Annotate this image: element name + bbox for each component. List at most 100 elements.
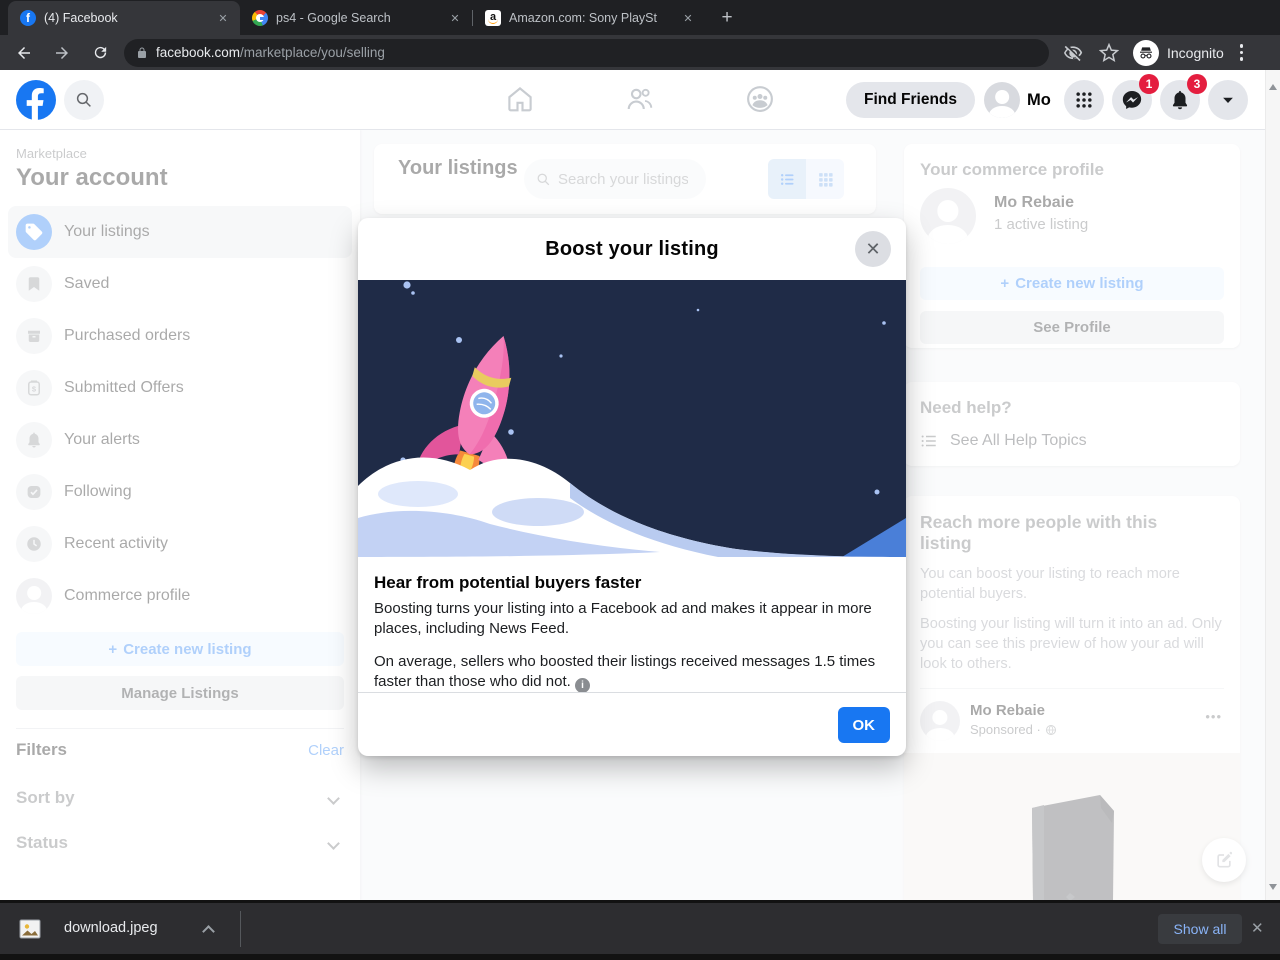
eye-off-icon[interactable]	[1063, 43, 1083, 63]
groups-icon[interactable]	[745, 84, 775, 114]
sidebar-item-label: Your listings	[64, 223, 150, 240]
need-help-card: Need help? See All Help Topics	[904, 382, 1240, 466]
bell-icon	[1172, 90, 1188, 110]
tab-amazon[interactable]: a Amazon.com: Sony PlaySt ✕	[473, 1, 705, 35]
browser-tab-strip: f (4) Facebook ✕ ps4 - Google Search ✕ a…	[0, 0, 1280, 35]
download-bar-close-icon[interactable]: ✕	[1251, 919, 1264, 937]
grid-view-button[interactable]	[806, 159, 844, 199]
download-bar-inner: download.jpeg Show all ✕	[0, 903, 1280, 954]
sidebar-item-label: Recent activity	[64, 535, 169, 552]
reload-button[interactable]	[86, 39, 114, 67]
rocket-illustration	[358, 280, 906, 557]
listings-search[interactable]	[524, 159, 706, 199]
profile-name: Mo Rebaie	[994, 194, 1075, 211]
browser-menu-icon[interactable]	[1239, 44, 1244, 61]
sidebar-item-purchased-orders[interactable]: Purchased orders	[8, 310, 352, 362]
modal-close-button[interactable]: ✕	[855, 231, 891, 267]
your-listings-card: Your listings	[374, 144, 876, 214]
offer-tag-icon: $	[16, 370, 52, 406]
bookmark-icon	[16, 266, 52, 302]
sidebar-item-saved[interactable]: Saved	[8, 258, 352, 310]
listings-search-input[interactable]	[558, 170, 688, 188]
scroll-up-icon[interactable]	[1269, 84, 1277, 90]
forward-button[interactable]	[48, 39, 76, 67]
tab-close-icon[interactable]: ✕	[446, 9, 464, 27]
clock-icon	[16, 526, 52, 562]
page-scrollbar[interactable]	[1265, 70, 1280, 900]
address-bar[interactable]: facebook.com/marketplace/you/selling	[124, 38, 1049, 67]
ad-listing-image	[904, 753, 1240, 900]
browser-toolbar: facebook.com/marketplace/you/selling Inc…	[0, 35, 1280, 70]
apps-menu-button[interactable]	[1064, 80, 1104, 120]
edit-fab-button[interactable]	[1202, 838, 1246, 882]
sidebar-item-commerce-profile[interactable]: Commerce profile	[8, 570, 352, 622]
box-icon	[16, 318, 52, 354]
chevron-up-icon[interactable]	[202, 925, 215, 938]
url-text: facebook.com/marketplace/you/selling	[156, 45, 385, 60]
ad-menu-icon[interactable]: •••	[1205, 709, 1222, 724]
sidebar-item-label: Saved	[64, 275, 110, 292]
facebook-logo-icon[interactable]	[16, 80, 56, 121]
messenger-button[interactable]: 1	[1112, 74, 1159, 120]
friends-icon[interactable]	[625, 84, 655, 114]
sort-by-dropdown[interactable]: Sort by	[16, 788, 344, 808]
bookmark-star-icon[interactable]	[1099, 42, 1119, 63]
modal-paragraph: On average, sellers who boosted their li…	[374, 652, 890, 693]
sidebar-items: Your listings Saved Purchased orders $ S…	[8, 206, 352, 622]
see-all-help-topics-link[interactable]: See All Help Topics	[920, 432, 1224, 450]
need-help-title: Need help?	[920, 398, 1012, 417]
profile-name: Mo	[1027, 90, 1051, 109]
notifications-button[interactable]: 3	[1160, 74, 1207, 120]
sidebar-item-label: Commerce profile	[64, 587, 191, 604]
divider	[16, 728, 344, 729]
view-toggles	[768, 159, 844, 199]
ok-button[interactable]: OK	[837, 707, 890, 743]
sidebar-item-your-alerts[interactable]: Your alerts	[8, 414, 352, 466]
url-path: /marketplace/you/selling	[240, 45, 385, 60]
profile-menu[interactable]: Mo	[984, 82, 1051, 118]
boost-listing-card: Reach more people with this listing You …	[904, 496, 1240, 900]
account-menu-button[interactable]	[1208, 80, 1248, 120]
create-new-listing-button[interactable]: + Create new listing	[920, 267, 1224, 300]
grid-icon	[1076, 92, 1092, 108]
help-link-label: See All Help Topics	[950, 432, 1087, 449]
tab-close-icon[interactable]: ✕	[679, 9, 697, 27]
find-friends-button[interactable]: Find Friends	[846, 82, 975, 118]
sponsored-text: Sponsored ·	[970, 722, 1041, 738]
download-filename[interactable]: download.jpeg	[64, 920, 158, 936]
help-list-icon	[921, 435, 936, 447]
boost-card-paragraph: Boosting your listing will turn it into …	[920, 616, 1222, 672]
person-icon	[16, 578, 52, 614]
modal-paragraph: Boosting turns your listing into a Faceb…	[374, 600, 872, 638]
tab-title: Amazon.com: Sony PlaySt	[509, 11, 657, 25]
tab-close-icon[interactable]: ✕	[214, 9, 232, 27]
notifications-badge: 3	[1187, 74, 1207, 94]
incognito-icon	[1133, 39, 1159, 66]
sidebar-item-recent-activity[interactable]: Recent activity	[8, 518, 352, 570]
list-view-button[interactable]	[768, 159, 806, 199]
modal-footer: OK	[358, 692, 906, 756]
manage-listings-button[interactable]: Manage Listings	[16, 676, 344, 710]
search-button[interactable]	[64, 80, 104, 120]
back-button[interactable]	[10, 39, 38, 67]
status-dropdown[interactable]: Status	[16, 833, 344, 853]
sidebar-item-following[interactable]: Following	[8, 466, 352, 518]
new-tab-button[interactable]: +	[713, 4, 741, 32]
home-icon[interactable]	[505, 84, 535, 114]
boost-card-title: Reach more people with this listing	[920, 512, 1158, 553]
show-all-button[interactable]: Show all	[1158, 914, 1242, 944]
info-icon[interactable]: i	[574, 678, 590, 693]
sidebar-item-your-listings[interactable]: Your listings	[8, 206, 352, 258]
clear-filters-link[interactable]: Clear	[308, 742, 344, 759]
modal-title: Boost your listing	[545, 237, 719, 260]
create-new-listing-label: Create new listing	[1015, 275, 1144, 292]
see-profile-button[interactable]: See Profile	[920, 311, 1224, 344]
scroll-down-icon[interactable]	[1269, 884, 1277, 890]
facebook-favicon-icon: f	[20, 10, 36, 26]
svg-text:$: $	[32, 384, 37, 393]
tab-facebook[interactable]: f (4) Facebook ✕	[8, 1, 240, 35]
create-new-listing-button[interactable]: + Create new listing	[16, 632, 344, 666]
tab-title: (4) Facebook	[44, 11, 118, 25]
tab-google-search[interactable]: ps4 - Google Search ✕	[240, 1, 472, 35]
sidebar-item-submitted-offers[interactable]: $ Submitted Offers	[8, 362, 352, 414]
